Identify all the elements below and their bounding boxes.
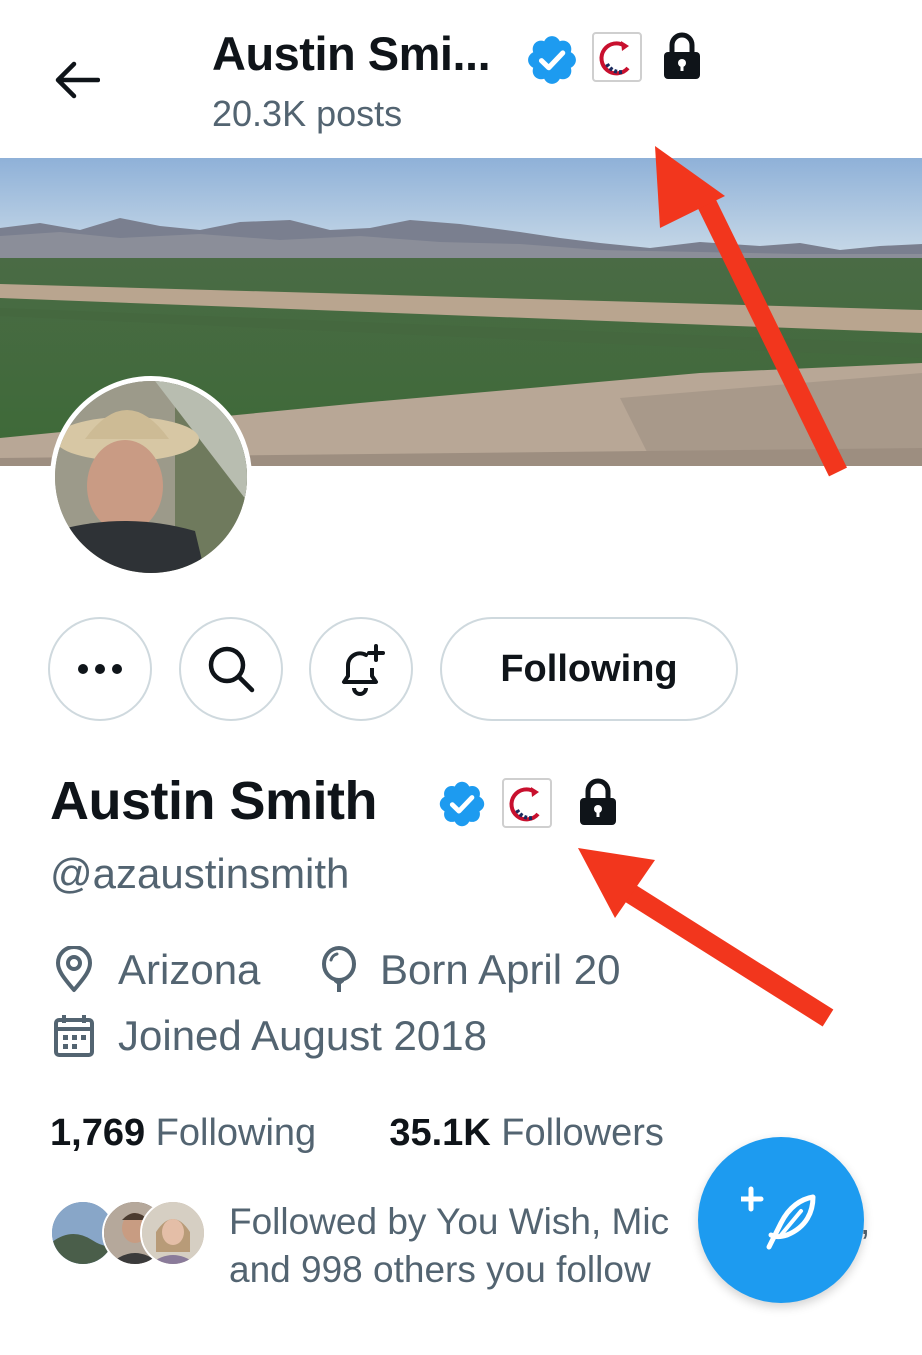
search-icon: [208, 646, 255, 693]
compose-button[interactable]: [698, 1137, 864, 1303]
lock-icon: [576, 778, 620, 831]
affiliate-logo-icon[interactable]: [592, 32, 642, 87]
profile-avatar[interactable]: [50, 376, 252, 578]
following-count: 1,769: [50, 1112, 146, 1154]
birthday-text: Born April 20: [380, 946, 621, 993]
verified-badge-icon[interactable]: [436, 778, 488, 835]
arrow-left-icon: [55, 61, 100, 99]
search-profile-button[interactable]: [179, 617, 283, 721]
more-horizontal-icon: [78, 664, 122, 674]
followers-stat-label: Followers: [501, 1112, 664, 1154]
followers-stat[interactable]: 35.1K Followers: [389, 1112, 664, 1154]
user-handle: @azaustinsmith: [50, 850, 350, 897]
posts-count: 20.3K posts: [212, 93, 403, 134]
following-button[interactable]: Following: [440, 617, 738, 721]
affiliate-logo-icon[interactable]: [502, 778, 552, 833]
calendar-icon: [52, 1013, 96, 1059]
joined-row: Joined August 2018: [52, 1012, 487, 1060]
follow-stats: 1,769 Following 35.1K Followers: [50, 1112, 664, 1155]
joined-text: Joined August 2018: [118, 1012, 487, 1059]
avatar: [140, 1200, 206, 1266]
notifications-button[interactable]: [309, 617, 413, 721]
following-stat-label: Following: [155, 1112, 317, 1154]
location-text: Arizona: [118, 946, 261, 993]
balloon-icon: [318, 946, 360, 994]
following-stat[interactable]: 1,769 Following: [50, 1112, 316, 1154]
profile-header: Austin Smi... 20.3K posts: [0, 0, 922, 160]
lock-icon: [660, 32, 704, 85]
bell-plus-icon: [342, 644, 385, 696]
verified-badge-icon[interactable]: [524, 32, 580, 93]
location-row: Arizona: [52, 946, 260, 994]
display-name: Austin Smith: [50, 771, 378, 831]
location-pin-icon: [52, 946, 96, 994]
compose-feather-icon: [741, 1186, 816, 1250]
more-button[interactable]: [48, 617, 152, 721]
header-title: Austin Smi...: [212, 27, 491, 80]
followers-count: 35.1K: [389, 1112, 491, 1154]
back-button[interactable]: [46, 50, 106, 110]
followed-by-avatars[interactable]: [50, 1200, 206, 1268]
birthday-row: Born April 20: [318, 946, 620, 994]
